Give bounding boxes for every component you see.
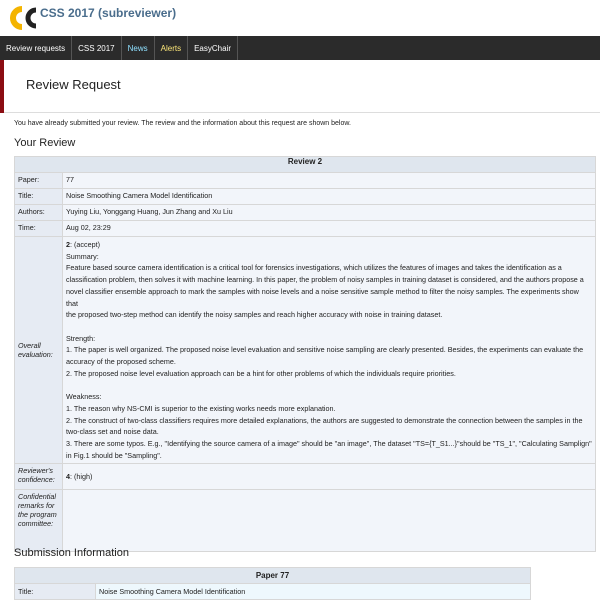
overall-evaluation-label: Overall evaluation: (14, 235, 63, 465)
submission-information-heading: Submission Information (14, 547, 129, 559)
submission-title-label: Title: (14, 583, 96, 600)
title-label: Title: (14, 188, 63, 205)
menu-item-review-requests[interactable]: Review requests (0, 36, 73, 60)
info-message: You have already submitted your review. … (14, 120, 351, 127)
authors-value: Yuying Liu, Yonggang Huang, Jun Zhang an… (62, 204, 596, 221)
your-review-heading: Your Review (14, 137, 76, 149)
evaluation-line: novel classifier ensemble approach to ma… (66, 286, 579, 308)
evaluation-line: 2. The proposed noise level evaluation a… (66, 368, 456, 378)
menu-bar: Review requests CSS 2017 News Alerts Eas… (0, 36, 600, 60)
evaluation-line: two-class set and noise data. (66, 427, 159, 437)
menu-item-easychair[interactable]: EasyChair (188, 36, 238, 60)
evaluation-line: Weakness: (66, 392, 102, 402)
evaluation-blank-line (66, 379, 592, 391)
app-header: CSS 2017 (subreviewer) (0, 0, 600, 36)
evaluation-line: in Fig.1 should be "Sampling". (66, 450, 162, 460)
evaluation-line: 1. The paper is well organized. The prop… (66, 345, 584, 355)
evaluation-line: classification problem, then solves it w… (66, 275, 584, 285)
evaluation-line: 3. There are some typos. E.g., "Identify… (66, 438, 592, 448)
confidence-label: Reviewer's confidence: (14, 463, 63, 491)
confidence-text: : (high) (70, 472, 93, 482)
app-title: CSS 2017 (subreviewer) (40, 6, 177, 20)
easychair-logo-icon[interactable] (8, 6, 40, 30)
evaluation-line: Feature based source camera identificati… (66, 263, 562, 273)
menu-item-alerts[interactable]: Alerts (155, 36, 189, 60)
submission-caption: Paper 77 (14, 567, 531, 584)
evaluation-line: Summary: (66, 251, 99, 261)
review-table: Review 2 Paper: 77 Title: Noise Smoothin… (14, 156, 596, 553)
evaluation-line: 2. The construct of two-class classifier… (66, 415, 583, 425)
evaluation-text: Summary: Feature based source camera iden… (66, 251, 592, 462)
time-label: Time: (14, 220, 63, 237)
review-caption: Review 2 (14, 156, 596, 173)
confidential-remarks-value (62, 489, 596, 553)
menu-item-css-2017[interactable]: CSS 2017 (72, 36, 122, 60)
title-value: Noise Smoothing Camera Model Identificat… (62, 188, 596, 205)
page-banner: Review Request (0, 60, 600, 113)
evaluation-line: the proposed two-step method can identif… (66, 310, 443, 320)
page-title: Review Request (26, 77, 121, 92)
banner-accent (0, 60, 4, 113)
evaluation-line: 1. The reason why NS-CMI is superior to … (66, 403, 336, 413)
confidence-value: 4: (high) (62, 463, 596, 491)
submission-table: Paper 77 Title: Noise Smoothing Camera M… (14, 567, 531, 600)
submission-title-value: Noise Smoothing Camera Model Identificat… (95, 583, 531, 600)
evaluation-score-line: 2: (accept) (66, 239, 592, 251)
evaluation-line: Strength: (66, 333, 96, 343)
confidential-remarks-label: Confidential remarks for the program com… (14, 489, 63, 553)
evaluation-line: accuracy of the proposed scheme. (66, 357, 176, 367)
menu-item-news[interactable]: News (122, 36, 155, 60)
authors-label: Authors: (14, 204, 63, 221)
evaluation-blank-line (66, 321, 592, 333)
time-value: Aug 02, 23:29 (62, 220, 596, 237)
overall-evaluation-value: 2: (accept) Summary: Feature based source… (62, 235, 596, 465)
paper-value: 77 (62, 172, 596, 189)
evaluation-score-text: : (accept) (70, 240, 100, 249)
paper-label: Paper: (14, 172, 63, 189)
